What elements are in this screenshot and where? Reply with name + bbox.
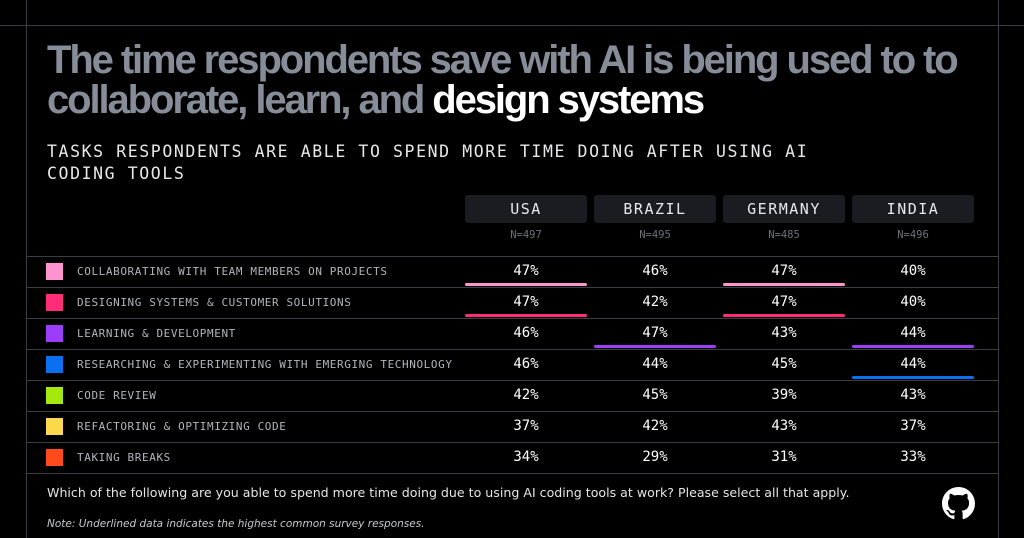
frame-line-left — [26, 0, 27, 538]
data-cell: 44% — [900, 325, 926, 341]
row-label: REFACTORING & OPTIMIZING CODE — [77, 420, 287, 433]
row-label: LEARNING & DEVELOPMENT — [77, 327, 236, 340]
highest-response-underline — [465, 283, 587, 286]
data-cell: 47% — [642, 325, 668, 341]
data-cell: 45% — [642, 387, 668, 403]
row-divider — [26, 287, 998, 288]
column-sample-size: N=485 — [768, 229, 800, 241]
chart-subtitle: TASKS RESPONDENTS ARE ABLE TO SPEND MORE… — [47, 142, 809, 183]
data-cell: 43% — [771, 418, 797, 434]
row-divider — [26, 380, 998, 381]
column-sample-size: N=497 — [510, 229, 542, 241]
data-cell: 42% — [642, 294, 668, 310]
data-cell: 29% — [642, 449, 668, 465]
data-cell: 46% — [642, 263, 668, 279]
legend-swatch — [46, 449, 63, 466]
row-divider — [26, 256, 998, 257]
data-cell: 47% — [771, 294, 797, 310]
row-divider — [26, 473, 998, 474]
data-cell: 46% — [513, 356, 539, 372]
row-label: DESIGNING SYSTEMS & CUSTOMER SOLUTIONS — [77, 296, 352, 309]
legend-swatch — [46, 418, 63, 435]
legend-swatch — [46, 356, 63, 373]
highest-response-underline — [723, 314, 845, 317]
row-divider — [26, 442, 998, 443]
legend-swatch — [46, 325, 63, 342]
column-header-germany: GERMANY — [723, 195, 845, 223]
data-cell: 43% — [900, 387, 926, 403]
highest-response-underline — [465, 314, 587, 317]
data-cell: 40% — [900, 294, 926, 310]
column-header-india: INDIA — [852, 195, 974, 223]
row-divider — [26, 349, 998, 350]
row-label: CODE REVIEW — [77, 389, 157, 402]
data-cell: 42% — [642, 418, 668, 434]
data-cell: 40% — [900, 263, 926, 279]
legend-swatch — [46, 294, 63, 311]
data-cell: 37% — [900, 418, 926, 434]
data-cell: 43% — [771, 325, 797, 341]
column-sample-size: N=496 — [897, 229, 929, 241]
frame-line-right — [998, 0, 999, 538]
data-cell: 47% — [771, 263, 797, 279]
data-cell: 34% — [513, 449, 539, 465]
data-cell: 42% — [513, 387, 539, 403]
column-sample-size: N=495 — [639, 229, 671, 241]
footnote: Note: Underlined data indicates the high… — [47, 518, 425, 530]
survey-question: Which of the following are you able to s… — [47, 485, 850, 500]
chart-title: The time respondents save with AI is bei… — [47, 40, 987, 120]
data-cell: 44% — [642, 356, 668, 372]
row-label: TAKING BREAKS — [77, 451, 171, 464]
row-divider — [26, 411, 998, 412]
data-cell: 47% — [513, 263, 539, 279]
data-cell: 39% — [771, 387, 797, 403]
column-header-brazil: BRAZIL — [594, 195, 716, 223]
data-cell: 37% — [513, 418, 539, 434]
frame-line-top — [0, 25, 1024, 26]
legend-swatch — [46, 263, 63, 280]
github-icon — [942, 487, 975, 520]
row-label: COLLABORATING WITH TEAM MEMBERS ON PROJE… — [77, 265, 388, 278]
data-cell: 46% — [513, 325, 539, 341]
row-divider — [26, 318, 998, 319]
highest-response-underline — [852, 376, 974, 379]
data-cell: 45% — [771, 356, 797, 372]
row-label: RESEARCHING & EXPERIMENTING WITH EMERGIN… — [77, 358, 453, 371]
highest-response-underline — [594, 345, 716, 348]
legend-swatch — [46, 387, 63, 404]
title-highlight: design systems — [432, 78, 705, 122]
highest-response-underline — [852, 345, 974, 348]
data-cell: 44% — [900, 356, 926, 372]
highest-response-underline — [723, 283, 845, 286]
data-cell: 47% — [513, 294, 539, 310]
column-header-usa: USA — [465, 195, 587, 223]
data-cell: 31% — [771, 449, 797, 465]
data-cell: 33% — [900, 449, 926, 465]
